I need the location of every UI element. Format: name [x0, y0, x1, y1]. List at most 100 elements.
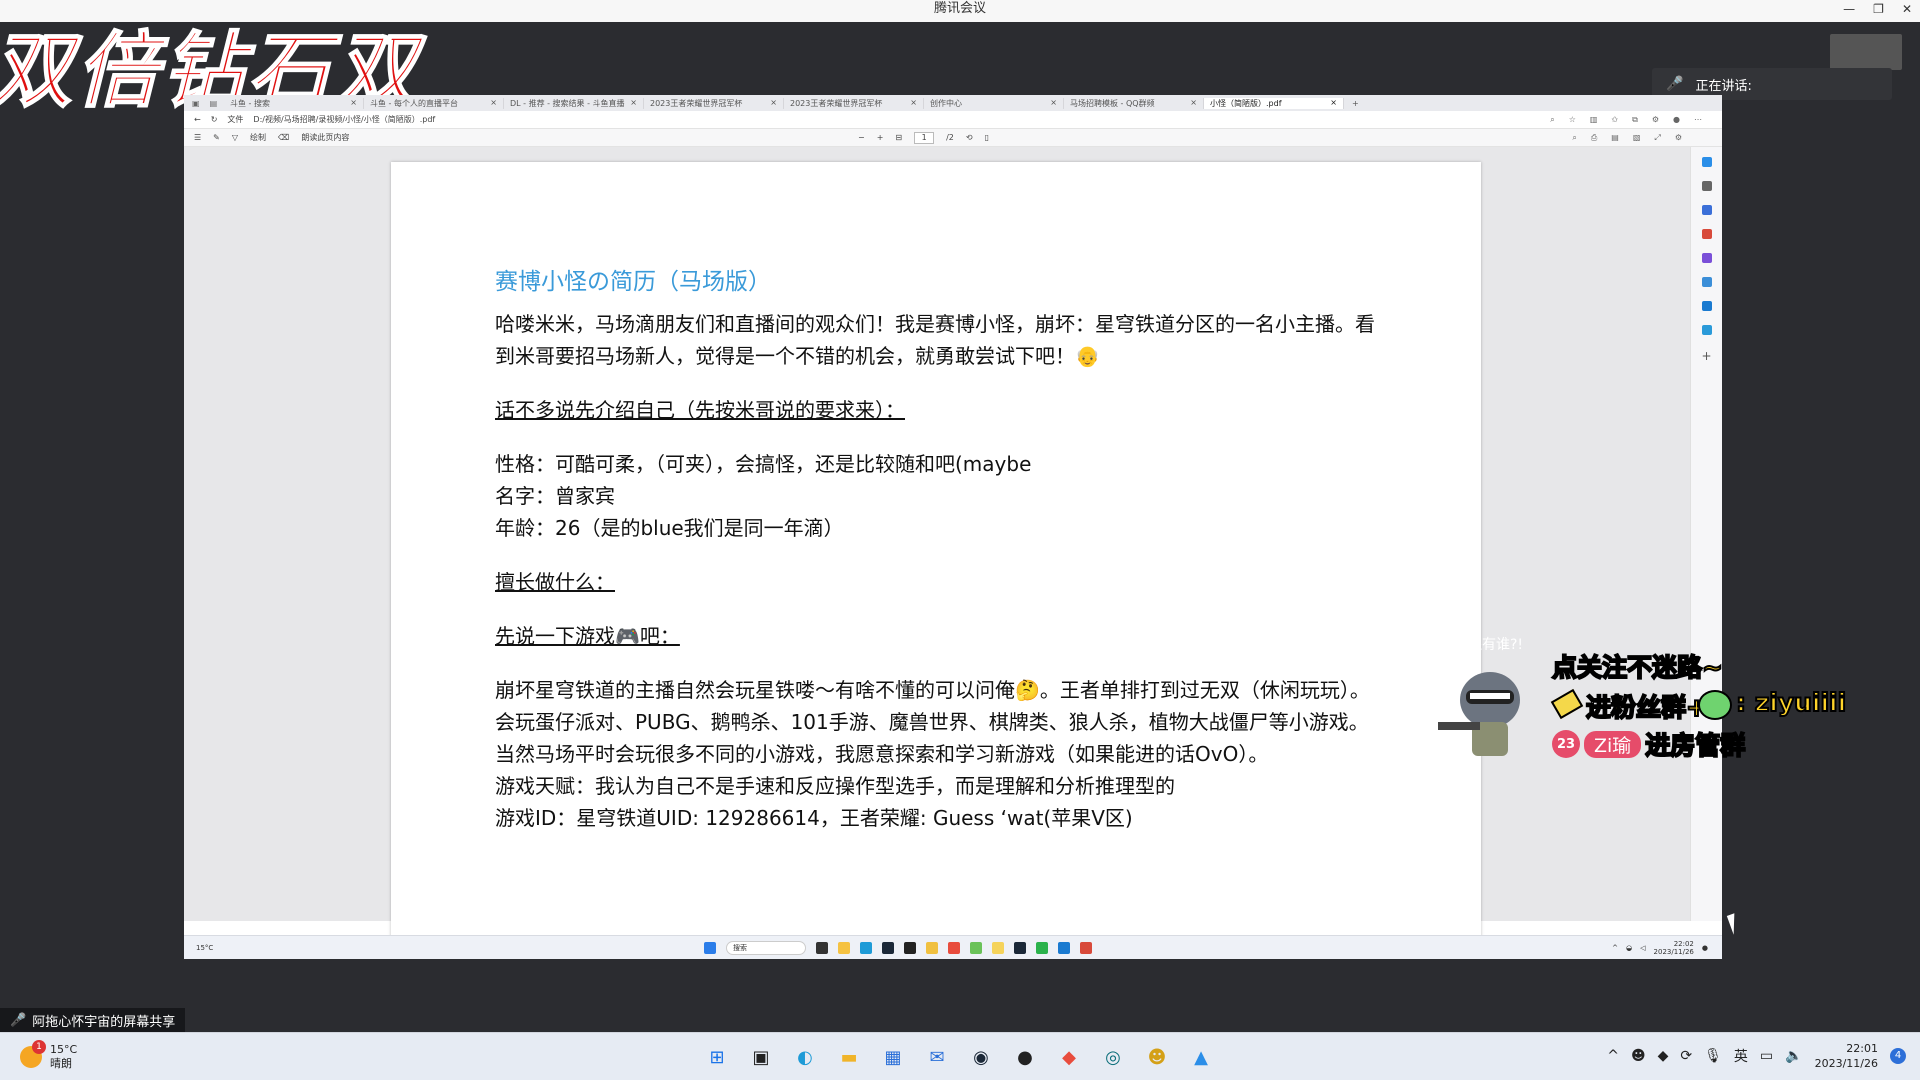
save-as-icon[interactable]: ▧ [1633, 133, 1641, 143]
task-view-icon[interactable] [816, 941, 828, 954]
start-icon[interactable]: ⊞ [702, 1043, 732, 1071]
remote-clock[interactable]: 22:02 2023/11/26 [1654, 940, 1694, 956]
browser-tab[interactable]: 斗鱼 - 每个人的直播平台 × [364, 97, 504, 109]
settings-icon[interactable]: ⚙ [1675, 133, 1682, 143]
weather-widget[interactable]: 1 15°C 晴朗 [20, 1040, 77, 1071]
pdf-search-icon[interactable]: ⌕ [1572, 133, 1576, 143]
minimize-icon[interactable]: — [1843, 0, 1855, 18]
page-view-icon[interactable]: ▯ [985, 133, 989, 142]
sidebar-outlook-icon[interactable] [1701, 301, 1712, 311]
profile-icon[interactable]: ● [1673, 115, 1680, 125]
mail-icon[interactable]: ✉ [922, 1043, 952, 1071]
refresh-icon[interactable]: ↻ [211, 115, 218, 124]
contents-icon[interactable]: ☰ [194, 133, 201, 142]
participant-video-tile[interactable] [1830, 34, 1902, 70]
read-aloud-button[interactable]: 朗读此页内容 [301, 132, 349, 143]
draw-button[interactable]: 绘制 [250, 132, 266, 143]
app-icon[interactable]: ◆ [1054, 1043, 1084, 1071]
volume-icon[interactable]: 🔈 [1785, 1048, 1802, 1064]
rotate-icon[interactable]: ⟲ [966, 133, 973, 142]
clock[interactable]: 22:01 2023/11/26 [1815, 1041, 1878, 1071]
sidebar-games-icon[interactable] [1701, 325, 1712, 335]
zoom-out-icon[interactable]: − [858, 133, 865, 142]
browser-tab[interactable]: 2023王者荣耀世界冠军杯 × [784, 97, 924, 109]
browser-tab[interactable]: 马场招聘模板 - QQ群频 × [1064, 97, 1204, 109]
back-icon[interactable]: ← [194, 115, 201, 124]
browser-tab[interactable]: 2023王者荣耀世界冠军杯 × [644, 97, 784, 109]
steam-icon[interactable]: ◉ [966, 1043, 996, 1071]
microphone-icon[interactable]: 🎙 [1704, 1048, 1722, 1064]
close-tab-icon[interactable]: × [1050, 98, 1057, 109]
browser-tab-active[interactable]: 小怪（简陋版）.pdf × [1204, 97, 1344, 109]
obs-icon[interactable]: ● [1010, 1043, 1040, 1071]
app-icon[interactable] [904, 941, 916, 954]
new-tab-icon[interactable]: + [1344, 99, 1359, 108]
eraser-icon[interactable]: ⌫ [278, 133, 289, 142]
browser-tab[interactable]: 创作中心 × [924, 97, 1064, 109]
start-icon[interactable] [704, 941, 716, 954]
sidebar-tag-icon[interactable] [1701, 205, 1712, 215]
highlight-icon[interactable]: ✎ [213, 133, 220, 142]
sidebar-add-icon[interactable]: + [1701, 349, 1711, 363]
restore-icon[interactable]: ❐ [1873, 0, 1884, 18]
app-icon[interactable]: ◎ [1098, 1043, 1128, 1071]
sidebar-tools-icon[interactable] [1701, 229, 1712, 239]
app-icon[interactable] [948, 941, 960, 954]
remote-tray-chevron-icon[interactable]: ^ [1612, 944, 1618, 952]
zoom-in-icon[interactable]: + [877, 133, 884, 142]
extensions-icon[interactable]: ⚙ [1652, 115, 1659, 125]
favorites-icon[interactable]: ✩ [1611, 115, 1618, 125]
edge-icon[interactable] [860, 941, 872, 954]
terminal-icon[interactable] [882, 941, 894, 954]
app-icon[interactable] [970, 941, 982, 954]
app-icon[interactable] [1058, 941, 1070, 954]
app-icon[interactable] [926, 941, 938, 954]
print-icon[interactable]: ⎙ [1591, 133, 1597, 143]
address-input[interactable]: D:/视频/马场招聘/录视频/小怪/小怪（简陋版）.pdf [253, 114, 435, 125]
edge-icon[interactable]: ◐ [790, 1043, 820, 1071]
tab-list-icon[interactable]: ▤ [210, 99, 218, 108]
tray-app-icon[interactable]: ◆ [1658, 1048, 1669, 1064]
tray-chevron-icon[interactable]: ^ [1607, 1048, 1619, 1064]
draw-icon[interactable]: ▽ [232, 133, 238, 142]
tray-app-icon[interactable]: ☻ [1631, 1048, 1646, 1064]
store-icon[interactable]: ▦ [878, 1043, 908, 1071]
close-icon[interactable]: ✕ [1902, 0, 1912, 18]
sidebar-search-icon[interactable] [1701, 181, 1712, 191]
remote-notification-icon[interactable]: ● [1702, 944, 1708, 952]
network-icon[interactable]: ▭ [1760, 1048, 1773, 1064]
app-icon[interactable] [1036, 941, 1048, 954]
sidebar-people-icon[interactable] [1701, 253, 1712, 263]
file-explorer-icon[interactable]: ▬ [834, 1043, 864, 1071]
tray-sync-icon[interactable]: ⟳ [1680, 1048, 1692, 1064]
task-view-icon[interactable]: ▣ [746, 1043, 776, 1071]
input-method[interactable]: 英 [1734, 1046, 1748, 1066]
explorer-icon[interactable] [838, 941, 850, 954]
browser-tab[interactable]: DL - 推荐 - 搜索结果 - 斗鱼直播 × [504, 97, 644, 109]
zoom-icon[interactable]: ⌕ [1550, 115, 1554, 125]
save-icon[interactable]: ▤ [1611, 133, 1619, 143]
close-tab-icon[interactable]: × [490, 98, 497, 109]
notification-badge[interactable]: 4 [1890, 1048, 1906, 1064]
steam-icon[interactable] [1014, 941, 1026, 954]
fit-page-icon[interactable]: ⊟ [895, 133, 902, 142]
close-tab-icon[interactable]: × [770, 98, 777, 109]
app-icon[interactable] [1080, 941, 1092, 954]
close-tab-icon[interactable]: × [350, 98, 357, 109]
close-tab-icon[interactable]: × [910, 98, 917, 109]
favorite-icon[interactable]: ☆ [1569, 115, 1576, 125]
page-number-input[interactable]: 1 [914, 131, 935, 144]
app-icon[interactable]: ☻ [1142, 1043, 1172, 1071]
sidebar-office-icon[interactable] [1701, 277, 1712, 287]
copilot-icon[interactable] [1701, 157, 1712, 167]
app-icon[interactable]: ▲ [1186, 1043, 1216, 1071]
remote-volume-icon[interactable]: ◁ [1640, 944, 1645, 952]
remote-wifi-icon[interactable]: ◒ [1626, 944, 1632, 952]
browser-tab[interactable]: 斗鱼 - 搜索 × [224, 97, 364, 109]
pdf-viewer[interactable]: 赛博小怪の简历（马场版） 哈喽米米，马场滴朋友们和直播间的观众们！我是赛博小怪，… [184, 147, 1690, 942]
app-icon[interactable] [992, 941, 1004, 954]
split-icon[interactable]: ▥ [1590, 115, 1598, 125]
remote-weather[interactable]: 15°C [196, 944, 213, 952]
collections-icon[interactable]: ⧉ [1632, 115, 1638, 125]
close-tab-icon[interactable]: × [1330, 98, 1337, 109]
